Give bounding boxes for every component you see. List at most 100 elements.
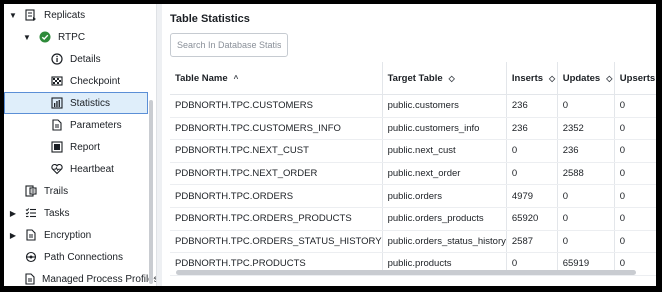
cell-upserts: 0 bbox=[613, 139, 656, 163]
cell-target-table: public.next_cust bbox=[381, 139, 507, 163]
cell-table-name: PDBNORTH.TPC.NEXT_ORDER bbox=[170, 162, 383, 186]
table-row[interactable]: PDBNORTH.TPC.CUSTOMERS public.customers 23… bbox=[170, 94, 656, 118]
checkpoint-icon bbox=[50, 74, 64, 88]
encryption-icon bbox=[24, 228, 38, 242]
cell-inserts: 2587 bbox=[505, 230, 558, 254]
sidebar-item-label: Heartbeat bbox=[70, 163, 114, 175]
sidebar-item-label: Encryption bbox=[44, 229, 92, 241]
path-icon bbox=[24, 250, 38, 264]
cell-upserts: 0 bbox=[613, 184, 656, 208]
column-header-inserts[interactable]: Inserts ◇ bbox=[505, 62, 558, 95]
column-header-table-name[interactable]: Table Name ^ bbox=[170, 62, 383, 95]
app-frame: ▼ Replicats ▼ RTPC Details Checkpoint St… bbox=[4, 4, 656, 286]
cell-inserts: 236 bbox=[505, 94, 558, 118]
report-icon bbox=[50, 140, 64, 154]
cell-updates: 2352 bbox=[556, 117, 615, 141]
sidebar-item-tasks[interactable]: ▶ Tasks bbox=[4, 202, 148, 224]
cell-table-name: PDBNORTH.TPC.CUSTOMERS_INFO bbox=[170, 117, 383, 141]
sidebar-item-rtpc[interactable]: ▼ RTPC bbox=[4, 26, 148, 48]
cell-target-table: public.orders bbox=[381, 184, 507, 208]
sidebar-item-heartbeat[interactable]: Heartbeat bbox=[4, 158, 148, 180]
sidebar-item-label: Trails bbox=[44, 185, 69, 197]
sidebar-item-replicats[interactable]: ▼ Replicats bbox=[4, 4, 148, 26]
sidebar-item-label: Parameters bbox=[70, 119, 122, 131]
table-row[interactable]: PDBNORTH.TPC.NEXT_ORDER public.next_order… bbox=[170, 162, 656, 186]
column-header-target-table[interactable]: Target Table ◇ bbox=[381, 62, 507, 95]
sidebar-item-checkpoint[interactable]: Checkpoint bbox=[4, 70, 148, 92]
table-row[interactable]: PDBNORTH.TPC.ORDERS_PRODUCTS public.order… bbox=[170, 207, 656, 231]
cell-inserts: 0 bbox=[505, 162, 558, 186]
cell-target-table: public.orders_status_history bbox=[381, 230, 507, 254]
sort-ascending-icon[interactable]: ^ bbox=[234, 74, 239, 83]
sidebar-scrollbar[interactable] bbox=[149, 100, 153, 284]
sidebar: ▼ Replicats ▼ RTPC Details Checkpoint St… bbox=[4, 4, 156, 286]
bar-chart-icon bbox=[50, 96, 64, 110]
cell-updates: 236 bbox=[556, 139, 615, 163]
sidebar-item-label: Report bbox=[70, 141, 101, 153]
sidebar-item-label: Checkpoint bbox=[70, 75, 121, 87]
cell-updates: 0 bbox=[556, 230, 615, 254]
sidebar-item-report[interactable]: Report bbox=[4, 136, 148, 158]
chevron-right-icon[interactable]: ▶ bbox=[8, 231, 18, 240]
sidebar-item-details[interactable]: Details bbox=[4, 48, 148, 70]
replicat-icon bbox=[24, 8, 38, 22]
check-circle-icon bbox=[38, 30, 52, 44]
sidebar-item-label: Replicats bbox=[44, 9, 86, 21]
table-header-row: Table Name ^ Target Table ◇ Inserts ◇ Updat… bbox=[170, 62, 656, 95]
sidebar-item-path-connections[interactable]: Path Connections bbox=[4, 246, 148, 268]
cell-target-table: public.customers bbox=[381, 94, 507, 118]
cell-target-table: public.next_order bbox=[381, 162, 507, 186]
sidebar-item-label: RTPC bbox=[58, 31, 86, 43]
sidebar-item-statistics[interactable]: Statistics bbox=[4, 92, 148, 114]
sidebar-item-managed-process-profiles[interactable]: Managed Process Profiles bbox=[4, 268, 156, 286]
info-icon bbox=[50, 52, 64, 66]
table-row[interactable]: PDBNORTH.TPC.ORDERS_STATUS_HISTORY public… bbox=[170, 230, 656, 254]
cell-upserts: 0 bbox=[613, 117, 656, 141]
sidebar-item-label: Statistics bbox=[70, 97, 111, 109]
chevron-down-icon[interactable]: ▼ bbox=[22, 33, 32, 42]
sort-icon[interactable]: ◇ bbox=[606, 74, 612, 83]
cell-table-name: PDBNORTH.TPC.NEXT_CUST bbox=[170, 139, 383, 163]
cell-upserts: 0 bbox=[613, 207, 656, 231]
column-header-upserts[interactable]: Upserts bbox=[613, 62, 656, 95]
cell-table-name: PDBNORTH.TPC.ORDERS_PRODUCTS bbox=[170, 207, 383, 231]
cell-inserts: 65920 bbox=[505, 207, 558, 231]
table-horizontal-scrollbar[interactable] bbox=[176, 270, 636, 275]
cell-table-name: PDBNORTH.TPC.CUSTOMERS bbox=[170, 94, 383, 118]
trails-icon bbox=[24, 184, 38, 198]
cell-target-table: public.customers_info bbox=[381, 117, 507, 141]
statistics-table: Table Name ^ Target Table ◇ Inserts ◇ Updat… bbox=[170, 62, 656, 276]
cell-table-name: PDBNORTH.TPC.ORDERS_STATUS_HISTORY bbox=[170, 230, 383, 254]
table-row[interactable]: PDBNORTH.TPC.CUSTOMERS_INFO public.custom… bbox=[170, 117, 656, 141]
column-header-updates[interactable]: Updates ◇ bbox=[556, 62, 615, 95]
sidebar-item-encryption[interactable]: ▶ Encryption bbox=[4, 224, 148, 246]
chevron-right-icon[interactable]: ▶ bbox=[8, 209, 18, 218]
cell-updates: 0 bbox=[556, 94, 615, 118]
sort-icon[interactable]: ◇ bbox=[549, 74, 555, 83]
table-row[interactable]: PDBNORTH.TPC.ORDERS public.orders 4979 0 0 bbox=[170, 184, 656, 208]
sidebar-item-label: Path Connections bbox=[44, 251, 123, 263]
cell-table-name: PDBNORTH.TPC.ORDERS bbox=[170, 184, 383, 208]
cell-updates: 2588 bbox=[556, 162, 615, 186]
sidebar-item-label: Tasks bbox=[44, 207, 70, 219]
sidebar-item-parameters[interactable]: Parameters bbox=[4, 114, 148, 136]
cell-upserts: 0 bbox=[613, 94, 656, 118]
cell-inserts: 4979 bbox=[505, 184, 558, 208]
cell-updates: 0 bbox=[556, 184, 615, 208]
sidebar-item-trails[interactable]: Trails bbox=[4, 180, 148, 202]
search-input[interactable] bbox=[170, 33, 288, 57]
document-icon bbox=[50, 118, 64, 132]
cell-target-table: public.orders_products bbox=[381, 207, 507, 231]
cell-updates: 0 bbox=[556, 207, 615, 231]
table-row[interactable]: PDBNORTH.TPC.NEXT_CUST public.next_cust 0 2… bbox=[170, 139, 656, 163]
cell-upserts: 0 bbox=[613, 230, 656, 254]
sidebar-item-label: Managed Process Profiles bbox=[42, 273, 156, 285]
cell-inserts: 236 bbox=[505, 117, 558, 141]
sidebar-item-label: Details bbox=[70, 53, 101, 65]
tasks-icon bbox=[24, 206, 38, 220]
page-title: Table Statistics bbox=[170, 13, 250, 25]
chevron-down-icon[interactable]: ▼ bbox=[8, 11, 18, 20]
profiles-icon bbox=[24, 272, 36, 286]
sort-icon[interactable]: ◇ bbox=[449, 74, 455, 83]
cell-upserts: 0 bbox=[613, 162, 656, 186]
